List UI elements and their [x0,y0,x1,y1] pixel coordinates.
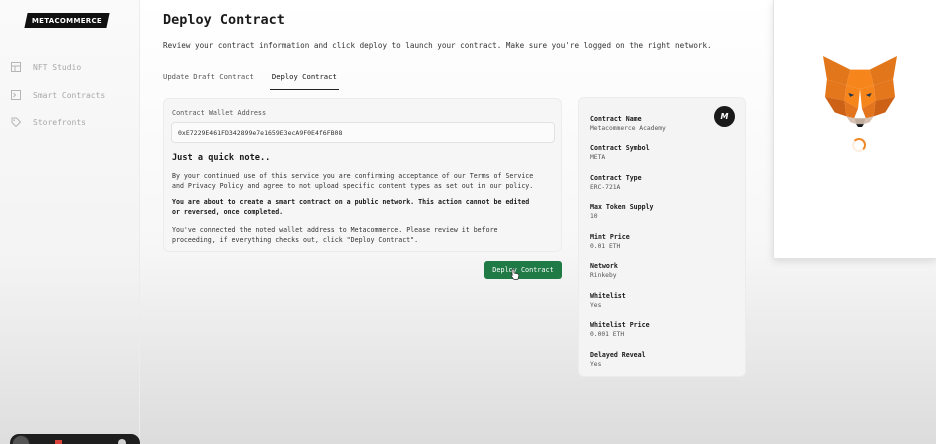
field-key: Contract Symbol [590,144,650,152]
summary-field-max-token-supply: Max Token Supply 10 [590,203,654,220]
sidebar-item-nft-studio[interactable]: NFT Studio [11,62,81,72]
summary-field-contract-symbol: Contract Symbol META [590,144,650,161]
metacommerce-logo[interactable]: METACOMMERCE [24,13,110,28]
field-value: 0.01 ETH [590,243,621,250]
public-network-warning: You are about to create a smart contract… [172,197,558,217]
hand-cursor-icon [510,268,520,280]
summary-field-delayed-reveal: Delayed Reveal Yes [590,351,646,368]
sidebar: METACOMMERCE NFT Studio Smart Contracts … [0,0,140,444]
contract-summary-panel: M Contract Name Metacommerce Academy Con… [578,97,746,377]
terminal-icon [11,90,21,100]
review-notice-line: proceeding, if everything checks out, cl… [172,236,419,245]
wallet-address-label: Contract Wallet Address [172,109,267,117]
field-key: Delayed Reveal [590,351,646,359]
field-value: META [590,154,606,161]
field-value: Rinkeby [590,272,617,279]
deploy-contract-button[interactable]: Deploy Contract [484,261,562,279]
field-key: Contract Name [590,115,642,123]
field-value: Metacommerce Academy [590,125,666,132]
field-key: Max Token Supply [590,203,654,211]
loading-spinner [852,138,866,152]
toolbar-dot-icon[interactable] [118,439,126,444]
deploy-info-card: Contract Wallet Address Just a quick not… [163,98,562,252]
field-key: Whitelist [590,292,626,300]
tag-icon [11,117,21,127]
field-key: Mint Price [590,233,630,241]
summary-field-contract-type: Contract Type ERC-721A [590,174,642,191]
grid-icon [11,62,21,72]
review-notice-line: You've connected the noted wallet addres… [172,226,498,234]
summary-field-whitelist-price: Whitelist Price 0.001 ETH [590,321,650,338]
sidebar-item-label: NFT Studio [33,62,82,72]
metamask-popup [773,0,936,259]
field-value: Yes [590,361,602,368]
tab-update-draft-contract[interactable]: Update Draft Contract [163,66,254,90]
field-key: Whitelist Price [590,321,650,329]
metamask-fox-icon [823,55,897,128]
summary-field-whitelist: Whitelist Yes [590,292,626,309]
warning-line: or reversed, once completed. [172,208,284,217]
tab-deploy-contract[interactable]: Deploy Contract [269,66,339,90]
page-subtitle: Review your contract information and cli… [163,41,712,50]
contract-avatar: M [714,106,735,127]
summary-field-network: Network Rinkeby [590,262,618,279]
field-key: Network [590,262,618,270]
field-value: Yes [590,302,602,309]
wallet-address-field[interactable] [171,122,555,143]
terms-notice-line: and Privacy Policy and agree to not uplo… [172,182,534,191]
logo-text: METACOMMERCE [31,16,103,25]
sidebar-item-label: Smart Contracts [33,90,106,100]
field-value: 10 [590,213,598,220]
record-icon[interactable] [55,440,62,444]
summary-field-contract-name: Contract Name Metacommerce Academy [590,115,666,132]
page-title: Deploy Contract [163,12,285,28]
terms-notice: By your continued use of this service yo… [172,171,558,191]
note-heading: Just a quick note.. [172,153,271,163]
sidebar-item-storefronts[interactable]: Storefronts [11,117,86,127]
sidebar-item-label: Storefronts [33,117,86,127]
field-key: Contract Type [590,174,642,182]
field-value: 0.001 ETH [590,331,625,338]
terms-notice-line: By your continued use of this service yo… [172,172,534,180]
summary-field-mint-price: Mint Price 0.01 ETH [590,233,630,250]
field-value: ERC-721A [590,184,621,191]
warning-line: You are about to create a smart contract… [172,198,530,206]
wallet-review-notice: You've connected the noted wallet addres… [172,225,558,245]
tab-bar: Update Draft Contract Deploy Contract [163,66,357,90]
sidebar-item-smart-contracts[interactable]: Smart Contracts [11,90,105,100]
